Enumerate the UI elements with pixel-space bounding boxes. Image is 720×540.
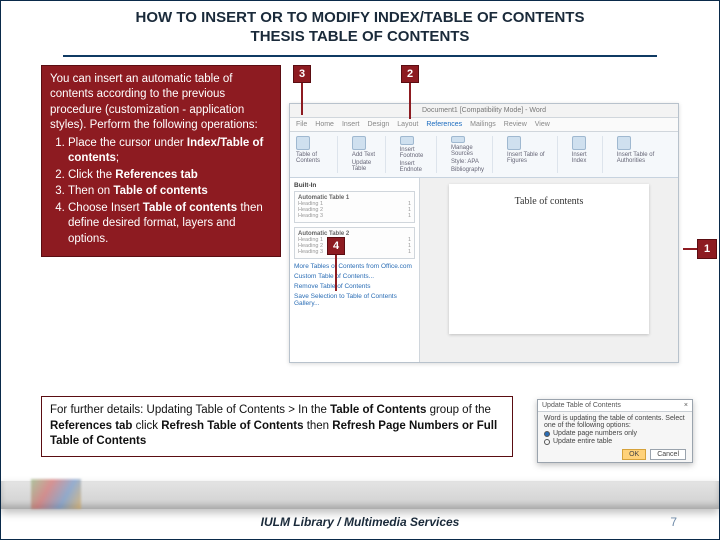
- word-titlebar: Document1 [Compatibility Mode] - Word: [290, 104, 678, 118]
- tab-insert[interactable]: Insert: [342, 121, 360, 128]
- page-number: 7: [670, 515, 677, 529]
- tab-view[interactable]: View: [535, 121, 550, 128]
- instructions-list: Place the cursor under Index/Table of co…: [68, 136, 272, 248]
- ribbon-footnotes[interactable]: Insert FootnoteInsert Endnote: [400, 136, 437, 173]
- callout-2: 2: [401, 65, 419, 83]
- step-1: Place the cursor under Index/Table of co…: [68, 136, 272, 167]
- instructions-intro: You can insert an automatic table of con…: [50, 73, 258, 132]
- document-page: Table of contents: [449, 184, 649, 334]
- ribbon-authorities[interactable]: Insert Table of Authorities: [617, 136, 672, 173]
- index-icon: [572, 136, 586, 150]
- callout-1-line: [683, 248, 697, 250]
- toc-dropdown-panel: Built-In Automatic Table 1 Heading 11 He…: [290, 178, 420, 362]
- toc-icon: [296, 136, 310, 150]
- step-2: Click the References tab: [68, 168, 272, 184]
- document-canvas: Table of contents: [420, 178, 678, 362]
- toc-panel-heading: Built-In: [294, 182, 415, 189]
- close-icon[interactable]: ×: [684, 402, 688, 409]
- title-line-1: HOW TO INSERT OR TO MODIFY INDEX/TABLE O…: [136, 9, 585, 26]
- instructions-box: You can insert an automatic table of con…: [41, 65, 281, 258]
- toc-option-auto1[interactable]: Automatic Table 1 Heading 11 Heading 21 …: [294, 191, 415, 223]
- callout-4: 4: [327, 237, 345, 255]
- step-3: Then on Table of contents: [68, 184, 272, 200]
- ribbon-citations[interactable]: Manage SourcesStyle: APABibliography: [451, 136, 493, 173]
- page-heading: Table of contents: [461, 196, 637, 207]
- ribbon-index[interactable]: Insert Index: [572, 136, 603, 173]
- word-screenshot: Document1 [Compatibility Mode] - Word Fi…: [289, 103, 679, 363]
- further-details-box: For further details: Updating Table of C…: [41, 396, 513, 457]
- title-line-2: THESIS TABLE OF CONTENTS: [251, 28, 470, 45]
- step-4: Choose Insert Table of contents then def…: [68, 201, 272, 248]
- cancel-button[interactable]: Cancel: [650, 449, 686, 460]
- toc-link-save[interactable]: Save Selection to Table of Contents Gall…: [294, 293, 415, 307]
- tab-review[interactable]: Review: [504, 121, 527, 128]
- word-tabs: File Home Insert Design Layout Reference…: [290, 118, 678, 132]
- footer-text: IULM Library / Multimedia Services: [1, 515, 719, 529]
- callout-1: 1: [697, 239, 717, 259]
- tab-mailings[interactable]: Mailings: [470, 121, 496, 128]
- tab-layout[interactable]: Layout: [397, 121, 418, 128]
- tab-references[interactable]: References: [426, 121, 462, 128]
- dialog-title: Update Table of Contents: [542, 402, 621, 409]
- tab-home[interactable]: Home: [315, 121, 334, 128]
- pencil-icon: [352, 136, 366, 150]
- ribbon-addtext[interactable]: Add TextUpdate Table: [352, 136, 386, 173]
- content-area: You can insert an automatic table of con…: [41, 65, 679, 385]
- callout-4-line: [335, 255, 337, 291]
- footer-photo-mark: [31, 479, 81, 509]
- book-icon: [451, 136, 465, 143]
- toc-link-remove[interactable]: Remove Table of Contents: [294, 283, 415, 290]
- tab-file[interactable]: File: [296, 121, 307, 128]
- ok-button[interactable]: OK: [622, 449, 646, 460]
- ribbon-figures[interactable]: Insert Table of Figures: [507, 136, 558, 173]
- slide-title: HOW TO INSERT OR TO MODIFY INDEX/TABLE O…: [1, 1, 719, 53]
- scales-icon: [617, 136, 631, 150]
- radio-dot-icon: [544, 439, 550, 445]
- callout-2-line: [409, 83, 411, 119]
- ribbon-toc[interactable]: Table of Contents: [296, 136, 338, 173]
- toc-option-auto2[interactable]: Automatic Table 2 Heading 11 Heading 21 …: [294, 227, 415, 259]
- radio-dot-icon: [544, 431, 550, 437]
- title-rule: [63, 55, 657, 57]
- dialog-message: Word is updating the table of contents. …: [544, 415, 686, 429]
- callout-3: 3: [293, 65, 311, 83]
- image-icon: [507, 136, 521, 150]
- tab-design[interactable]: Design: [367, 121, 389, 128]
- toc-links: More Tables of Contents from Office.com …: [294, 263, 415, 307]
- toc-link-more[interactable]: More Tables of Contents from Office.com: [294, 263, 415, 270]
- toc-link-custom[interactable]: Custom Table of Contents...: [294, 273, 415, 280]
- radio-page-numbers[interactable]: Update page numbers only: [544, 430, 686, 437]
- footer-band: [1, 481, 719, 509]
- callout-3-line: [301, 83, 303, 115]
- radio-entire-table[interactable]: Update entire table: [544, 438, 686, 445]
- update-toc-dialog: Update Table of Contents × Word is updat…: [537, 399, 693, 463]
- word-ribbon: Table of Contents Add TextUpdate Table I…: [290, 132, 678, 178]
- footnote-icon: [400, 136, 414, 145]
